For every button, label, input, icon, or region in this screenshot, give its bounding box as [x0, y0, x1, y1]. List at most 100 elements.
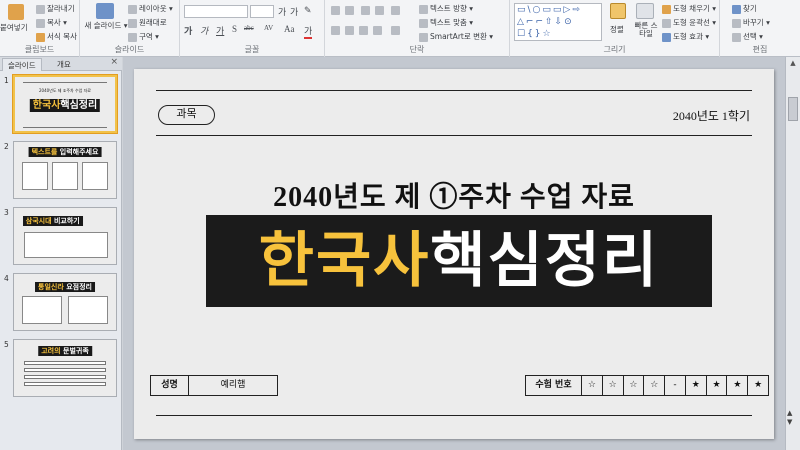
increase-indent-icon[interactable]: [375, 6, 384, 15]
scroll-up-icon[interactable]: ▲: [788, 59, 798, 69]
shape-fill-button[interactable]: 도형 채우기 ▾: [662, 3, 716, 14]
bold-button[interactable]: 가: [184, 24, 192, 37]
subject-pill[interactable]: 과목: [158, 105, 215, 125]
exam-number-box[interactable]: 수험 번호 ☆ ☆ ☆ ☆ - ★ ★ ★ ★: [525, 375, 769, 396]
bullets-icon[interactable]: [331, 6, 340, 15]
tab-slides[interactable]: 슬라이드: [2, 58, 42, 71]
thumb-caption: 2040년도 제 ①주차 수업 자료: [39, 88, 91, 93]
binoculars-icon: [732, 4, 741, 14]
layout-button[interactable]: 레이아웃 ▾: [128, 3, 173, 14]
shapes-gallery[interactable]: ▭\○▭▭▷⇨ △⌐⌐⇧⇩⊙ ☐{}☆: [514, 3, 602, 41]
decrease-indent-icon[interactable]: [361, 6, 370, 15]
new-slide-button[interactable]: 새 슬라이드 ▾: [84, 22, 128, 30]
find-label: 찾기: [743, 4, 757, 13]
slide-number: 4: [4, 274, 9, 283]
arrange-button[interactable]: 정렬: [610, 24, 624, 35]
clipboard-group-label: 클립보드: [24, 45, 55, 54]
close-icon[interactable]: ×: [110, 57, 118, 67]
shape-outline-button[interactable]: 도형 윤곽선 ▾: [662, 17, 716, 28]
thumb-title-white: 요점정리: [63, 283, 92, 291]
section-icon: [128, 32, 137, 42]
cut-button[interactable]: 잘라내기: [36, 3, 75, 14]
font-size-combo[interactable]: [250, 5, 274, 18]
shape-effects-button[interactable]: 도형 효과 ▾: [662, 31, 709, 42]
slide-canvas[interactable]: 과목 2040년도 1학기 2040년도 제 ①주차 수업 자료 한국사핵심정리…: [134, 69, 774, 439]
reset-button[interactable]: 원래대로: [128, 17, 167, 28]
spacing-button[interactable]: AV: [264, 24, 273, 32]
name-box[interactable]: 성명 예리햄: [150, 375, 278, 396]
shape-fill-label: 도형 채우기 ▾: [673, 4, 717, 13]
slide-number: 1: [4, 76, 9, 85]
exam-label: 수험 번호: [526, 376, 582, 395]
vertical-scrollbar[interactable]: ▲ ▲ ▼: [785, 57, 800, 450]
text-direction-button[interactable]: 텍스트 방향 ▾: [419, 3, 473, 14]
subtitle[interactable]: 2040년도 제 ①주차 수업 자료: [134, 175, 774, 215]
thumb-box: [24, 232, 108, 258]
align-text-icon: [419, 18, 428, 28]
clear-format-button[interactable]: ✎: [304, 5, 312, 16]
slide-thumb-2[interactable]: 2 텍스트를 입력해주세요: [0, 141, 122, 203]
slides-group-label: 슬라이드: [114, 45, 145, 54]
select-button[interactable]: 선택 ▾: [732, 31, 763, 42]
align-text-button[interactable]: 텍스트 맞춤 ▾: [419, 17, 473, 28]
scissors-icon: [36, 4, 45, 14]
format-painter-label: 서식 복사: [47, 32, 77, 41]
select-label: 선택 ▾: [743, 32, 763, 41]
justify-icon[interactable]: [373, 26, 382, 35]
thumb-row: [24, 368, 106, 372]
ribbon: 붙여넣기 잘라내기 복사 ▾ 서식 복사 클립보드 새 슬라이드 ▾ 레이아웃 …: [0, 0, 800, 57]
line-spacing-icon[interactable]: [391, 6, 400, 15]
grow-font-button[interactable]: 가: [278, 5, 286, 18]
numbering-icon[interactable]: [345, 6, 354, 15]
replace-icon: [732, 18, 741, 28]
thumb-box: [68, 296, 108, 324]
underline-button[interactable]: 가: [216, 24, 224, 37]
font-color-button[interactable]: 가: [304, 24, 313, 39]
exam-cell: ☆: [582, 376, 603, 395]
cut-label: 잘라내기: [47, 4, 75, 13]
align-right-icon[interactable]: [359, 26, 368, 35]
paste-icon: [8, 4, 24, 20]
term-label[interactable]: 2040년도 1학기: [673, 107, 750, 124]
font-name-combo[interactable]: [184, 5, 248, 18]
brush-icon: [36, 32, 45, 42]
slide-thumb-1[interactable]: 1 2040년도 제 ①주차 수업 자료 한국사핵심정리: [0, 75, 122, 137]
layout-label: 레이아웃 ▾: [139, 4, 173, 13]
paint-bucket-icon: [662, 4, 671, 14]
italic-button[interactable]: 가: [200, 24, 208, 37]
align-center-icon[interactable]: [345, 26, 354, 35]
scroll-thumb[interactable]: [788, 97, 798, 121]
name-label: 성명: [151, 376, 189, 395]
shrink-font-button[interactable]: 가: [290, 5, 298, 18]
quick-styles-button[interactable]: 빠른 스타일: [632, 22, 660, 38]
thumb-box: [82, 162, 108, 190]
exam-cell: ★: [727, 376, 749, 395]
title-white: 핵심정리: [430, 226, 660, 296]
drawing-group: ▭\○▭▭▷⇨ △⌐⌐⇧⇩⊙ ☐{}☆ 정렬 빠른 스타일 도형 채우기 ▾ 도형 …: [510, 0, 720, 57]
section-button[interactable]: 구역 ▾: [128, 31, 159, 42]
change-case-button[interactable]: Aa: [284, 24, 295, 34]
tab-outline[interactable]: 개요: [52, 58, 76, 71]
format-painter-button[interactable]: 서식 복사: [36, 31, 77, 42]
slide-thumb-5[interactable]: 5 고려의 문벌귀족: [0, 339, 122, 401]
arrange-icon: [610, 3, 626, 19]
shadow-button[interactable]: S: [232, 24, 237, 34]
columns-icon[interactable]: [391, 26, 400, 35]
slide-thumb-3[interactable]: 3 삼국시대 비교하기: [0, 207, 122, 269]
slide-number: 2: [4, 142, 9, 151]
find-button[interactable]: 찾기: [732, 3, 757, 14]
slide-thumb-4[interactable]: 4 통일신라 요점정리: [0, 273, 122, 335]
strike-button[interactable]: abc: [244, 24, 254, 32]
title-yellow: 한국사: [258, 226, 431, 296]
replace-button[interactable]: 바꾸기 ▾: [732, 17, 770, 28]
shape-outline-label: 도형 윤곽선 ▾: [673, 18, 717, 27]
copy-icon: [36, 18, 45, 28]
slide-editor-area: 과목 2040년도 1학기 2040년도 제 ①주차 수업 자료 한국사핵심정리…: [123, 57, 785, 450]
copy-button[interactable]: 복사 ▾: [36, 17, 67, 28]
thumbnail-image: 텍스트를 입력해주세요: [13, 141, 117, 199]
paste-button[interactable]: 붙여넣기: [0, 22, 28, 33]
smartart-button[interactable]: SmartArt로 변환 ▾: [419, 31, 493, 42]
align-left-icon[interactable]: [331, 26, 340, 35]
prev-next-slide-icon[interactable]: ▲ ▼: [787, 409, 792, 427]
title-banner[interactable]: 한국사핵심정리: [206, 215, 712, 307]
